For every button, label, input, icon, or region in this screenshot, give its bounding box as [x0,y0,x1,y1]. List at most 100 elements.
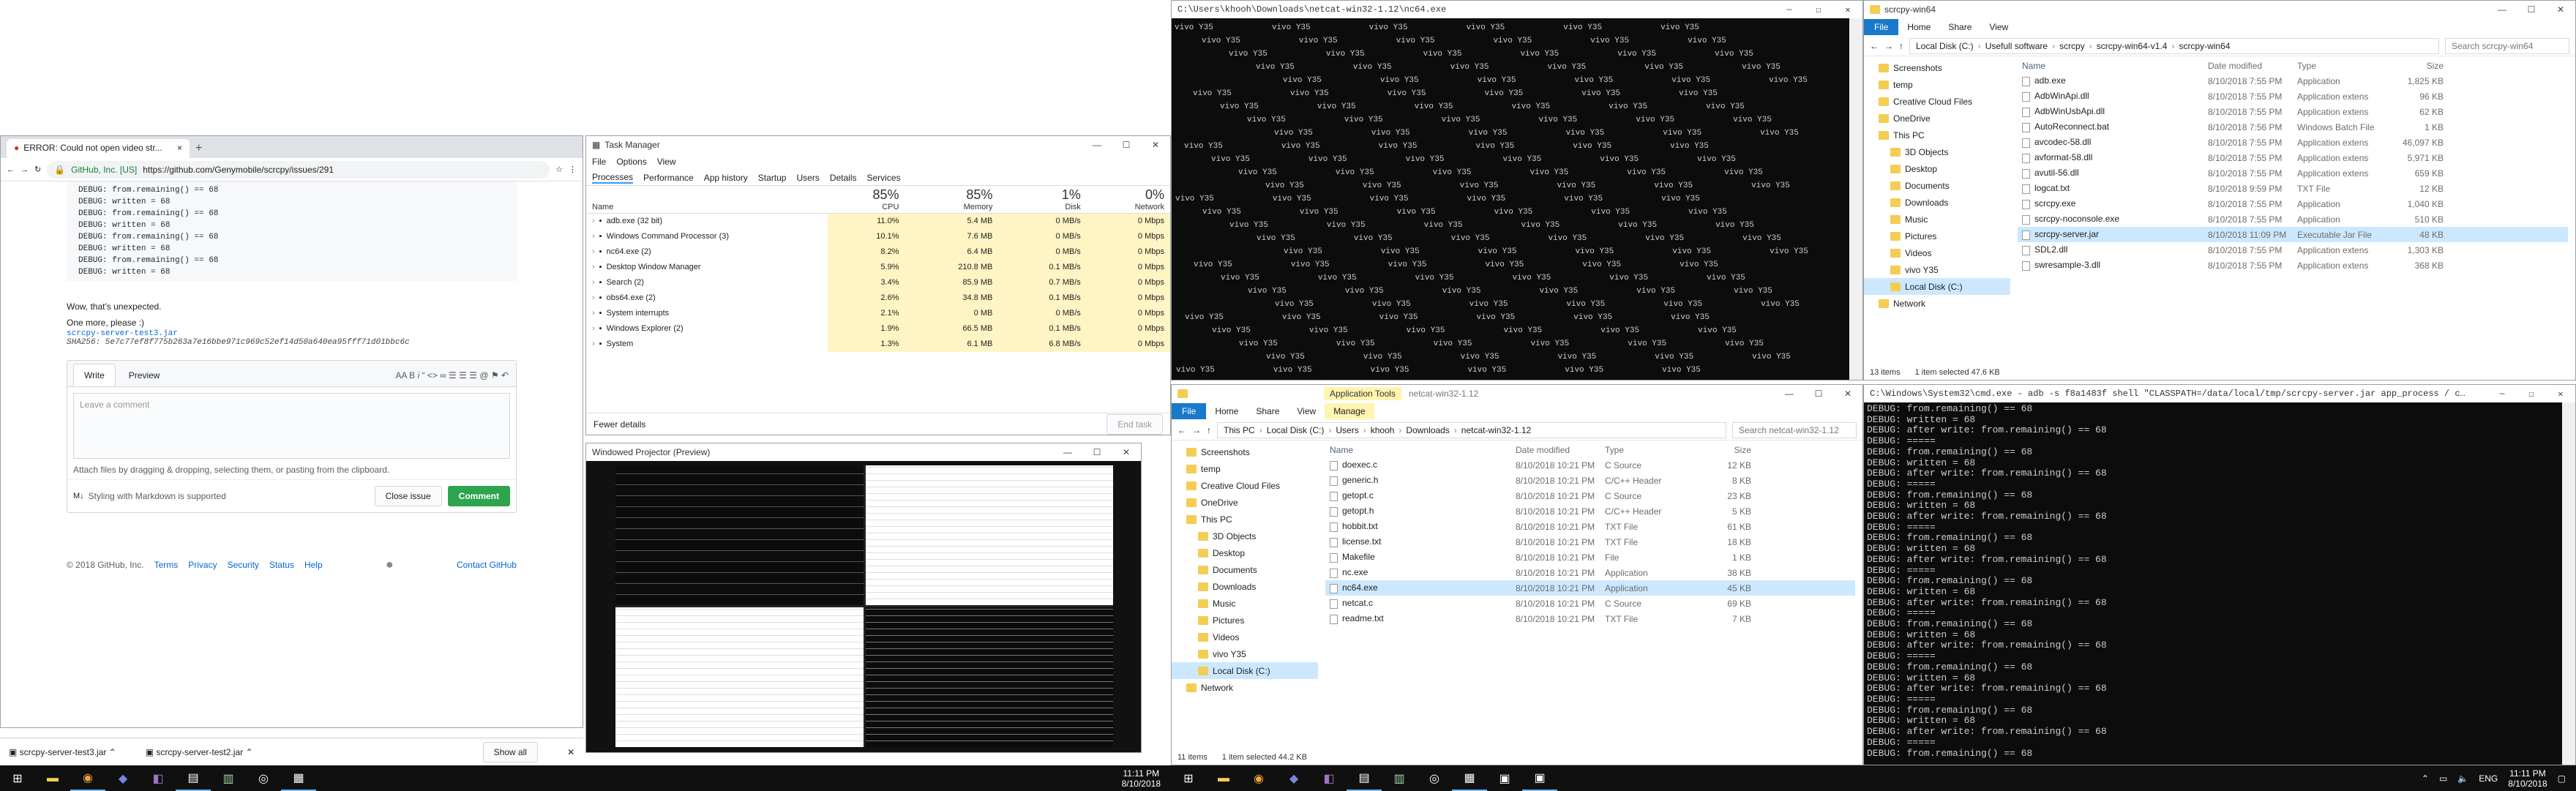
tab-write[interactable]: Write [73,364,116,386]
ribbon-home[interactable]: Home [1898,19,1939,35]
menu-icon[interactable]: ⋮ [569,165,577,174]
ribbon-file[interactable]: File [1172,403,1207,419]
maximize-button[interactable]: ☐ [1112,140,1141,150]
maximize-button[interactable]: ☐ [1804,4,1833,15]
close-button[interactable]: ✕ [2546,4,2575,15]
nav-item[interactable]: Local Disk (C:) [1864,278,2010,295]
new-tab-button[interactable]: + [195,142,202,158]
column-header[interactable]: Date modified [1516,445,1605,455]
nav-item[interactable]: temp [1864,76,2010,93]
fewer-details-link[interactable]: Fewer details [594,419,645,430]
ribbon-share[interactable]: Share [1939,19,1980,35]
file-row[interactable]: getopt.h 8/10/2018 10:21 PM C/C++ Header 5 … [1325,503,1855,519]
breadcrumb-item[interactable]: Downloads [1406,425,1449,435]
column-header[interactable]: Date modified [2208,61,2297,71]
star-icon[interactable]: ☆ [555,165,563,174]
minimize-button[interactable]: — [1053,447,1082,457]
nav-item[interactable]: Documents [1172,561,1318,578]
process-row[interactable]: › ▪ obs64.exe (2) 2.6% 34.8 MB 0.1 MB/s 0 Mbps [586,290,1170,306]
file-row[interactable]: SDL2.dll 8/10/2018 7:55 PM Application ext… [2018,242,2568,258]
volume-icon[interactable]: 🔈 [2457,773,2468,784]
chevron-up-icon[interactable]: ⌃ [2422,773,2429,784]
close-button[interactable]: ✕ [1112,447,1141,457]
nav-item[interactable]: Desktop [1864,160,2010,177]
maximize-button[interactable]: ☐ [1804,389,1833,399]
obs-icon[interactable]: ◎ [1417,765,1452,791]
scrollbar[interactable] [2562,402,2575,765]
minimize-button[interactable]: — [1775,4,1804,15]
file-row[interactable]: generic.h 8/10/2018 10:21 PM C/C++ Header 8… [1325,473,1855,488]
notepad-icon[interactable]: ▥ [211,765,246,791]
column-header[interactable]: Name [1325,445,1516,455]
process-row[interactable]: › ▪ nc64.exe (2) 8.2% 6.4 MB 0 MB/s 0 Mbps [586,244,1170,260]
tab-processes[interactable]: Processes [592,172,634,184]
nav-item[interactable]: Screenshots [1864,59,2010,76]
back-icon[interactable]: ← [1870,41,1879,51]
file-row[interactable]: logcat.txt 8/10/2018 9:59 PM TXT File 12 KB [2018,181,2568,196]
footer-link[interactable]: Status [269,560,294,570]
nav-item[interactable]: Documents [1864,177,2010,194]
search-input[interactable]: Search netcat-win32-1.12 [1732,421,1857,438]
file-row[interactable]: avcodec-58.dll 8/10/2018 7:55 PM Applicati… [2018,135,2568,150]
tab-details[interactable]: Details [830,173,857,183]
nav-item[interactable]: Music [1172,595,1318,612]
close-button[interactable]: ✕ [1833,4,1862,15]
attachment-link[interactable]: scrcpy-server-test3.jar [67,329,517,338]
cmd-icon[interactable]: ▤ [1347,765,1382,791]
address-path[interactable]: This PC › Local Disk (C:) › Users › khooh › Down… [1217,421,1726,438]
expand-icon[interactable]: › [592,309,595,318]
ribbon-file[interactable]: File [1864,19,1899,35]
tab-performance[interactable]: Performance [643,173,694,183]
file-row[interactable]: AdbWinUsbApi.dll 8/10/2018 7:55 PM Applica… [2018,104,2568,119]
nav-item[interactable]: temp [1172,460,1318,477]
nav-item[interactable]: vivo Y35 [1172,645,1318,662]
nav-item[interactable]: 3D Objects [1864,143,2010,160]
ribbon-share[interactable]: Share [1247,403,1288,419]
process-row[interactable]: › ▪ Windows Explorer (2) 1.9% 66.5 MB 0.1 MB/… [586,320,1170,337]
nav-item[interactable]: Local Disk (C:) [1172,662,1318,679]
task-manager-icon[interactable]: ▦ [281,765,316,791]
tab-close-icon[interactable]: × [177,143,182,154]
download-item[interactable]: ▣ scrcpy-server-test3.jar ⌃ [9,747,116,757]
up-icon[interactable]: ↑ [1899,41,1903,51]
column-header[interactable]: Type [2297,61,2392,71]
col-memory[interactable]: 85% Memory [905,186,999,214]
footer-link[interactable]: Help [304,560,323,570]
markdown-note[interactable]: Styling with Markdown is supported [89,491,226,501]
forward-icon[interactable]: → [20,165,29,174]
tab-services[interactable]: Services [867,173,901,183]
file-row[interactable]: nc.exe 8/10/2018 10:21 PM Application 38 KB [1325,565,1855,580]
chrome-icon[interactable]: ◉ [1241,765,1276,791]
visual-studio-icon[interactable]: ◧ [1311,765,1347,791]
close-button[interactable]: ✕ [1833,389,1862,399]
breadcrumb-item[interactable]: scrcpy-win64-v1.4 [2097,41,2168,51]
ribbon-view[interactable]: View [1288,403,1325,419]
nav-item[interactable]: Videos [1172,629,1318,645]
task-manager-icon[interactable]: ▦ [1452,765,1487,791]
close-button[interactable]: ✕ [2546,389,2575,400]
back-icon[interactable]: ← [1177,425,1186,435]
tab-app-history[interactable]: App history [704,173,748,183]
expand-icon[interactable]: › [592,247,595,256]
discord-icon[interactable]: ◆ [1276,765,1311,791]
attach-hint[interactable]: Attach files by dragging & dropping, sel… [73,465,510,475]
file-row[interactable]: scrcpy-server.jar 8/10/2018 11:09 PM Execu… [2018,227,2568,242]
file-row[interactable]: readme.txt 8/10/2018 10:21 PM TXT File 7 KB [1325,611,1855,626]
file-row[interactable]: swresample-3.dll 8/10/2018 7:55 PM Applica… [2018,258,2568,273]
file-row[interactable]: avformat-58.dll 8/10/2018 7:55 PM Applicat… [2018,150,2568,165]
file-explorer-icon[interactable]: ▬ [35,765,70,791]
column-header[interactable]: Size [2392,61,2444,71]
comment-textarea[interactable]: Leave a comment [73,393,510,459]
nav-item[interactable]: Pictures [1864,228,2010,244]
breadcrumb-item[interactable]: scrcpy [2059,41,2085,51]
file-row[interactable]: hobbit.txt 8/10/2018 10:21 PM TXT File 61 K… [1325,519,1855,534]
nav-item[interactable]: 3D Objects [1172,528,1318,544]
file-row[interactable]: scrcpy.exe 8/10/2018 7:55 PM Application 1,… [2018,196,2568,211]
forward-icon[interactable]: → [1192,425,1201,435]
ribbon-home[interactable]: Home [1206,403,1247,419]
col-disk[interactable]: 1% Disk [998,186,1087,214]
breadcrumb-item[interactable]: netcat-win32-1.12 [1461,425,1531,435]
app-icon[interactable]: ▣ [1487,765,1522,791]
nav-item[interactable]: Desktop [1172,544,1318,561]
minimize-button[interactable]: — [1775,389,1804,399]
